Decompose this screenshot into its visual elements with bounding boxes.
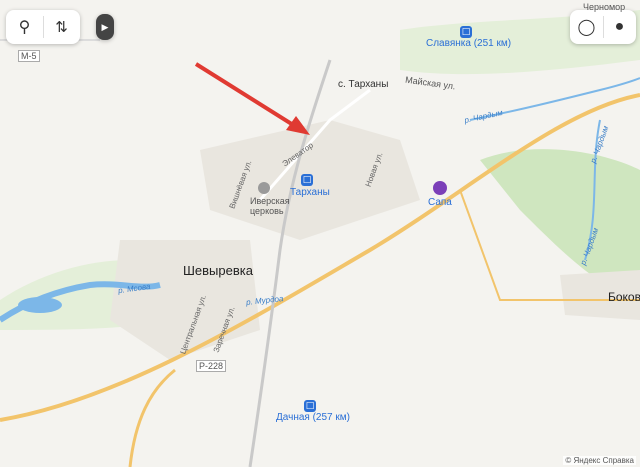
map-viewport[interactable]: ⚲ ⇅ ▶ ◯ ● Черномор □ Славянка (251 км) М… bbox=[0, 0, 640, 467]
fuel-marker[interactable] bbox=[433, 181, 447, 195]
map-footer: © Яндекс Справка bbox=[563, 456, 636, 465]
menu-button[interactable]: ▶ bbox=[96, 14, 114, 40]
station-icon: □ bbox=[304, 400, 316, 412]
road-south bbox=[128, 368, 176, 467]
label-chernomor: Черномор bbox=[583, 2, 626, 12]
label-tarkhany-village[interactable]: с. Тарханы bbox=[338, 79, 388, 90]
brand-text: © Яндекс bbox=[565, 456, 601, 465]
station-icon: □ bbox=[460, 26, 472, 38]
route-icon[interactable]: ⇅ bbox=[44, 18, 80, 36]
label-dachnaya[interactable]: Дачная (257 км) bbox=[276, 412, 350, 423]
search-icon[interactable]: ⚲ bbox=[7, 17, 43, 37]
label-iverskaya-church[interactable]: Иверская церковь bbox=[250, 196, 290, 216]
pond bbox=[18, 297, 62, 313]
label-shevyrevka[interactable]: Шевыревка bbox=[183, 263, 253, 278]
station-icon: □ bbox=[301, 174, 313, 186]
label-bokov[interactable]: Боков bbox=[608, 290, 640, 304]
help-link[interactable]: Справка bbox=[603, 456, 634, 465]
church-marker[interactable] bbox=[258, 182, 270, 194]
profile-icon[interactable]: ● bbox=[604, 18, 636, 36]
label-sapa[interactable]: Сапа bbox=[428, 197, 452, 208]
label-tarkhany-station[interactable]: Тарханы bbox=[290, 187, 330, 198]
road-sign-r228: Р-228 bbox=[196, 360, 227, 372]
label-slavyanka[interactable]: Славянка (251 км) bbox=[426, 38, 511, 49]
search-route-group: ⚲ ⇅ bbox=[6, 10, 80, 44]
layers-icon[interactable]: ◯ bbox=[571, 17, 603, 37]
map-canvas[interactable] bbox=[0, 0, 640, 467]
red-arrow-shaft bbox=[194, 62, 300, 130]
play-triangle-icon: ▶ bbox=[101, 21, 109, 32]
road-sign-m5: М-5 bbox=[18, 50, 40, 62]
layers-group: ◯ ● bbox=[570, 10, 636, 44]
